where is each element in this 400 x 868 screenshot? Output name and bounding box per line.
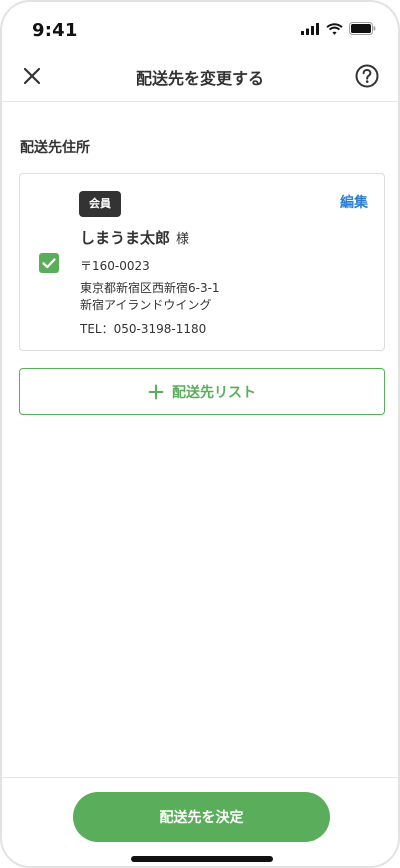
address-card[interactable]: 会員 編集 しまうま太郎 様 〒160-0023 東京都新宿区西新宿6-3-1 … bbox=[19, 173, 385, 351]
status-icons bbox=[301, 22, 376, 35]
help-icon bbox=[355, 64, 379, 88]
telephone: TEL：050-3198-1180 bbox=[80, 322, 207, 336]
status-bar: 9:41 bbox=[2, 2, 398, 52]
page-title: 配送先を変更する bbox=[135, 69, 264, 88]
footer: 配送先を決定 bbox=[2, 777, 398, 866]
phone-frame: 9:41 配送先を変更する 配送先住所 会員 編集 しまうま太郎 様 〒160-… bbox=[0, 0, 400, 868]
address-checkbox[interactable] bbox=[39, 253, 59, 273]
help-button[interactable] bbox=[354, 63, 380, 89]
address-line-2: 新宿アイランドウイング bbox=[80, 298, 212, 312]
address-line-1: 東京都新宿区西新宿6-3-1 bbox=[80, 281, 220, 295]
address-list-button[interactable]: 配送先リスト bbox=[19, 368, 385, 415]
confirm-address-label: 配送先を決定 bbox=[159, 810, 244, 826]
wifi-icon bbox=[326, 22, 343, 35]
member-badge: 会員 bbox=[79, 191, 121, 217]
status-time: 9:41 bbox=[32, 20, 78, 41]
edit-link[interactable]: 編集 bbox=[340, 192, 368, 212]
name-row: しまうま太郎 様 bbox=[80, 227, 189, 248]
plus-icon bbox=[148, 384, 164, 399]
check-icon bbox=[42, 258, 56, 269]
battery-icon bbox=[349, 22, 376, 35]
section-title: 配送先住所 bbox=[20, 140, 90, 156]
home-indicator bbox=[131, 856, 273, 862]
signal-icon bbox=[301, 22, 319, 35]
recipient-name: しまうま太郎 bbox=[80, 229, 171, 247]
address-list-label: 配送先リスト bbox=[172, 384, 256, 401]
honorific: 様 bbox=[176, 232, 190, 247]
header: 配送先を変更する bbox=[2, 52, 398, 102]
postal-code: 〒160-0023 bbox=[80, 259, 150, 273]
confirm-address-button[interactable]: 配送先を決定 bbox=[73, 792, 330, 842]
